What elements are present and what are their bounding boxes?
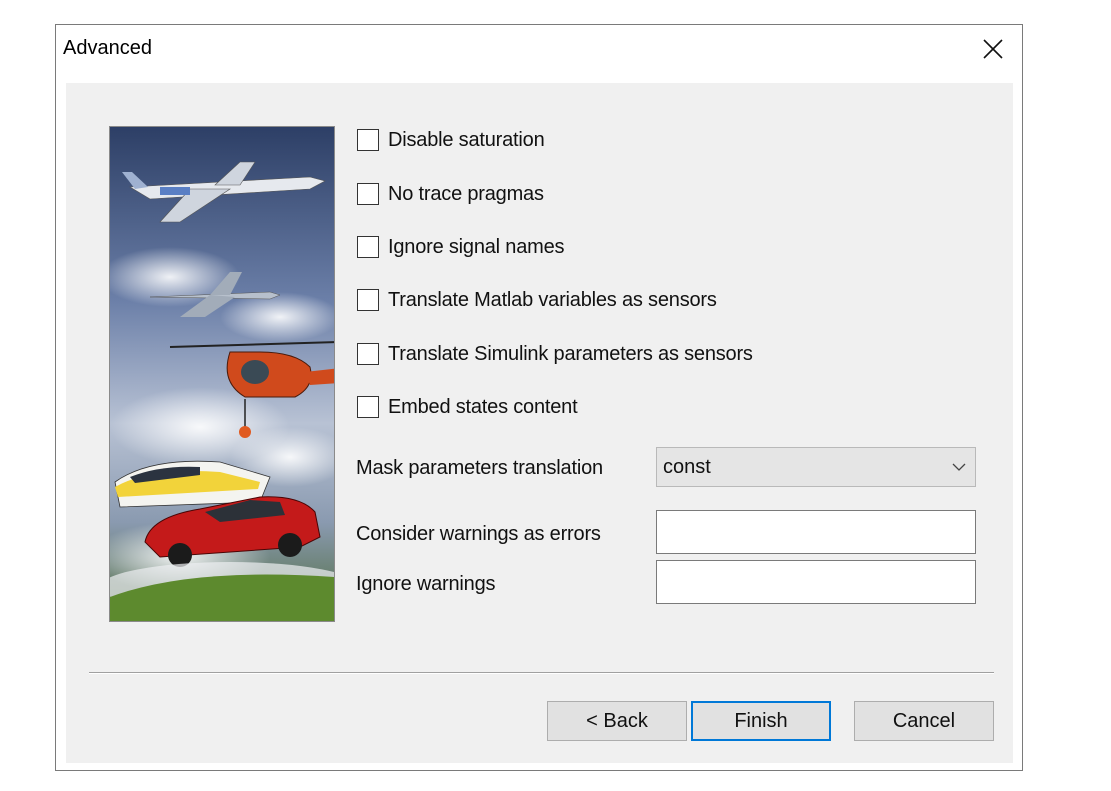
ignore-warnings-label: Ignore warnings xyxy=(356,573,496,595)
option-translate-matlab-variables[interactable]: Translate Matlab variables as sensors xyxy=(357,287,717,313)
advanced-dialog: Advanced Disable saturation No trace pra… xyxy=(55,24,1023,771)
embed-states-content-checkbox[interactable] xyxy=(357,396,379,418)
dialog-client-area: Disable saturation No trace pragmas Igno… xyxy=(66,83,1013,763)
translate-simulink-parameters-checkbox[interactable] xyxy=(357,343,379,365)
warnings-as-errors-input[interactable] xyxy=(656,510,976,554)
translate-matlab-variables-label[interactable]: Translate Matlab variables as sensors xyxy=(388,289,717,312)
vehicles-collage-image xyxy=(109,126,335,622)
ignore-signal-names-checkbox[interactable] xyxy=(357,236,379,258)
option-translate-simulink-parameters[interactable]: Translate Simulink parameters as sensors xyxy=(357,341,753,367)
option-disable-saturation[interactable]: Disable saturation xyxy=(357,127,545,153)
disable-saturation-checkbox[interactable] xyxy=(357,129,379,151)
no-trace-pragmas-checkbox[interactable] xyxy=(357,183,379,205)
option-embed-states-content[interactable]: Embed states content xyxy=(357,394,578,420)
finish-button[interactable]: Finish xyxy=(691,701,831,741)
embed-states-content-label[interactable]: Embed states content xyxy=(388,396,578,419)
separator-line xyxy=(89,672,994,674)
mask-parameters-label: Mask parameters translation xyxy=(356,457,603,479)
mask-parameters-value: const xyxy=(663,456,711,478)
chevron-down-icon xyxy=(952,463,966,471)
dialog-title: Advanced xyxy=(63,37,152,59)
option-ignore-signal-names[interactable]: Ignore signal names xyxy=(357,234,565,260)
cancel-button[interactable]: Cancel xyxy=(854,701,994,741)
ignore-signal-names-label[interactable]: Ignore signal names xyxy=(388,236,565,259)
close-icon[interactable] xyxy=(979,35,1007,63)
warnings-as-errors-label: Consider warnings as errors xyxy=(356,523,601,545)
translate-matlab-variables-checkbox[interactable] xyxy=(357,289,379,311)
ignore-warnings-input[interactable] xyxy=(656,560,976,604)
option-no-trace-pragmas[interactable]: No trace pragmas xyxy=(357,181,544,207)
title-bar[interactable]: Advanced xyxy=(56,25,1022,83)
translate-simulink-parameters-label[interactable]: Translate Simulink parameters as sensors xyxy=(388,343,753,366)
back-button[interactable]: < Back xyxy=(547,701,687,741)
no-trace-pragmas-label[interactable]: No trace pragmas xyxy=(388,183,544,206)
mask-parameters-dropdown[interactable]: const xyxy=(656,447,976,487)
disable-saturation-label[interactable]: Disable saturation xyxy=(388,129,545,152)
